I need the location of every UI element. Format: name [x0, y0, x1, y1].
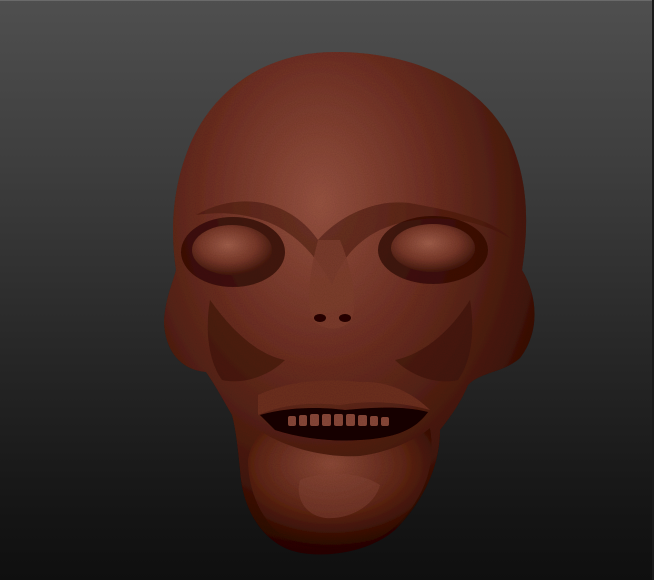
right-eye — [391, 224, 475, 272]
sculpt-canvas[interactable] — [0, 0, 654, 580]
nostril-right — [339, 314, 351, 322]
3d-viewport[interactable] — [0, 0, 654, 580]
left-eye — [192, 225, 272, 275]
nostril-left — [314, 314, 326, 322]
alien-skull-model — [164, 52, 535, 555]
